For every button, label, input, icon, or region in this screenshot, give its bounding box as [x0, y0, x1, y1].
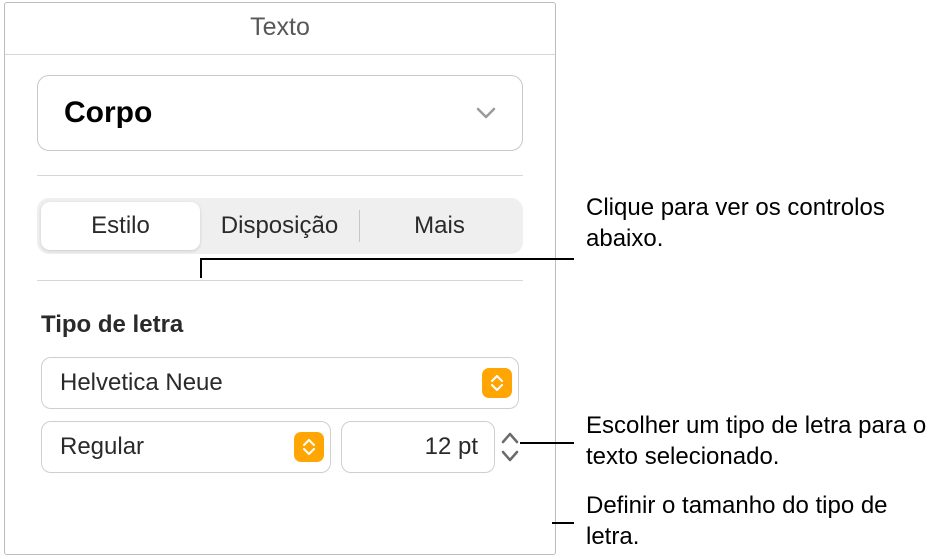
callout-tabs: Clique para ver os controlos abaixo. — [586, 192, 944, 254]
font-weight-value: Regular — [60, 433, 144, 461]
font-size-input[interactable]: 12 pt — [341, 421, 495, 473]
divider — [37, 175, 523, 176]
divider — [37, 280, 523, 281]
updown-icon — [482, 368, 512, 398]
text-tabs: Estilo Disposição Mais — [37, 198, 523, 254]
font-size-stepper[interactable] — [501, 421, 519, 473]
callout-leader — [520, 442, 574, 444]
font-weight-select[interactable]: Regular — [41, 421, 331, 473]
tab-layout[interactable]: Disposição — [200, 202, 359, 250]
font-size-value: 12 pt — [425, 433, 478, 461]
tab-more[interactable]: Mais — [360, 202, 519, 250]
font-family-select[interactable]: Helvetica Neue — [41, 357, 519, 409]
panel-title: Texto — [5, 3, 555, 55]
chevron-up-icon — [501, 432, 519, 444]
callout-leader — [200, 258, 574, 260]
paragraph-style-dropdown[interactable]: Corpo — [37, 75, 523, 151]
font-family-value: Helvetica Neue — [60, 369, 223, 397]
text-inspector-panel: Texto Corpo Estilo Disposição Mais Tipo … — [4, 2, 556, 555]
font-section-label: Tipo de letra — [41, 311, 519, 339]
callout-font-family: Escolher um tipo de letra para o texto s… — [586, 410, 944, 472]
updown-icon — [294, 432, 324, 462]
chevron-down-icon — [501, 450, 519, 462]
tab-style[interactable]: Estilo — [41, 202, 200, 250]
callout-leader — [552, 522, 574, 524]
callout-font-size: Definir o tamanho do tipo de letra. — [586, 490, 944, 552]
callout-leader — [200, 258, 202, 278]
paragraph-style-label: Corpo — [64, 96, 152, 130]
chevron-down-icon — [476, 107, 496, 119]
